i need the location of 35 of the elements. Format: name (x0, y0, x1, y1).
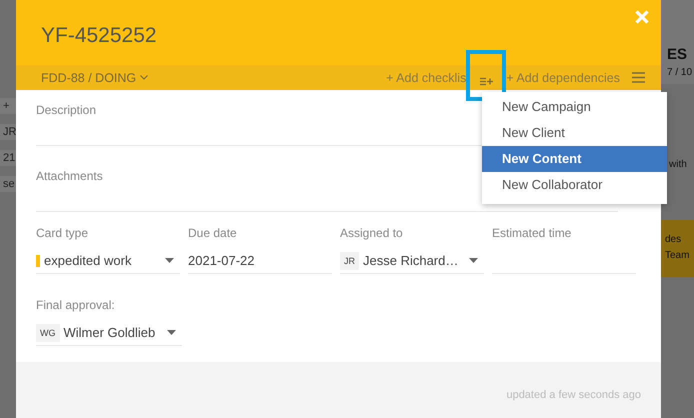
background-text: des (665, 234, 682, 245)
card-title: YF-4525252 (41, 24, 157, 48)
menu-item[interactable]: New Campaign (482, 94, 667, 120)
updated-timestamp: updated a few seconds ago (506, 389, 641, 401)
dropdown-caret-icon (167, 330, 176, 335)
background-text: JR (0, 124, 16, 140)
text-field[interactable]: 2021-07-22 (188, 248, 332, 274)
menu-item[interactable]: New Content (482, 146, 667, 172)
user-select-field[interactable]: JR Jesse Richard… (340, 248, 484, 274)
background-text: Team (665, 250, 690, 261)
menu-item[interactable]: New Collaborator (482, 172, 667, 198)
menu-icon[interactable] (632, 72, 645, 83)
menu-item[interactable]: New Client (482, 120, 667, 146)
field-label: Card type (36, 226, 90, 240)
background-text: with (669, 159, 687, 170)
chevron-down-icon (140, 75, 148, 80)
field-label: Estimated time (492, 226, 572, 240)
section-label: Description (36, 103, 96, 117)
background-text: se (0, 176, 16, 192)
background-text: 7 / 10 (667, 67, 694, 78)
dropdown-caret-icon (469, 258, 478, 263)
select-field[interactable]: expedited work (36, 248, 180, 274)
initials-avatar: WG (36, 324, 60, 342)
list-plus-icon (480, 77, 493, 86)
field-label: Final approval: (36, 298, 116, 312)
background-text: 21 (0, 150, 16, 166)
close-icon[interactable] (635, 10, 649, 24)
background-text: ES (667, 46, 688, 63)
dropdown-caret-icon (165, 258, 174, 263)
field-label: Assigned to (340, 226, 404, 240)
user-select-field[interactable]: WG Wilmer Goldlieb (36, 320, 182, 346)
section-label: Attachments (36, 169, 103, 183)
initials-avatar: JR (340, 252, 359, 270)
background-text: + (0, 98, 16, 114)
field-label: Due date (188, 226, 238, 240)
